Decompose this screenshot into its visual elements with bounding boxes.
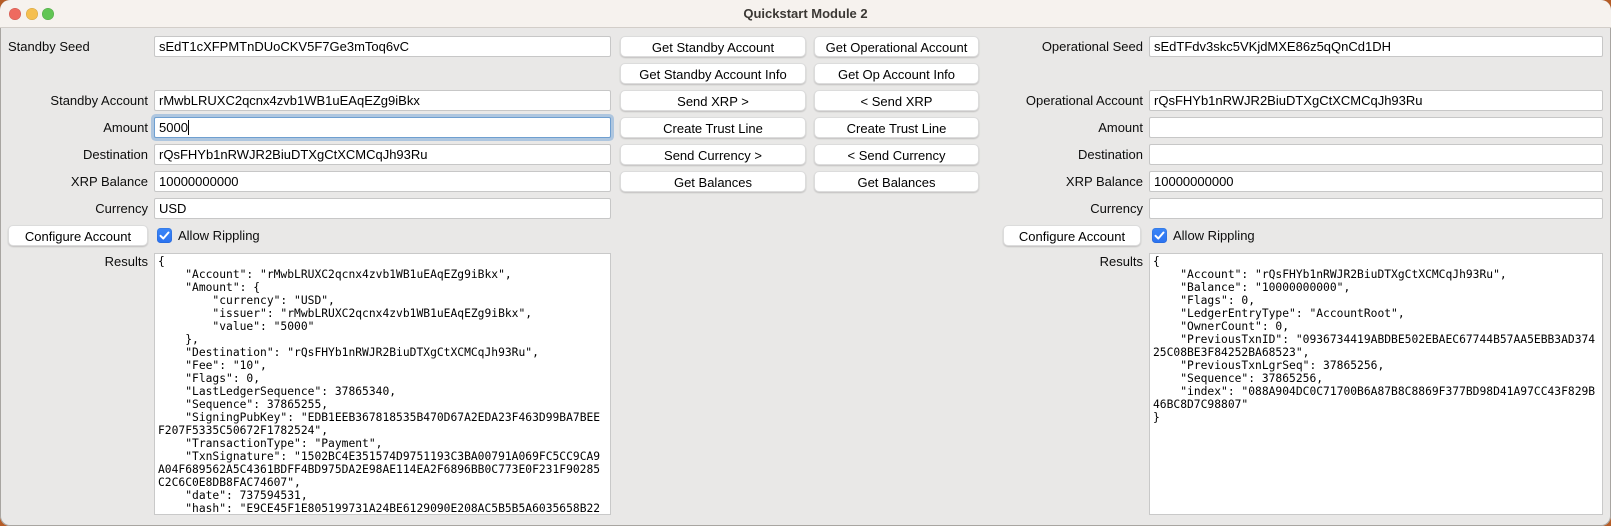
standby-configure-account-button[interactable]: Configure Account (8, 225, 148, 246)
operational-allow-rippling-label: Allow Rippling (1173, 225, 1255, 246)
operational-seed-input[interactable] (1149, 36, 1603, 57)
standby-currency-input[interactable] (154, 198, 611, 219)
standby-destination-label: Destination (0, 144, 148, 165)
send-xrp-right-button[interactable]: Send XRP > (620, 90, 806, 111)
send-currency-right-button[interactable]: Send Currency > (620, 144, 806, 165)
standby-create-trust-line-button[interactable]: Create Trust Line (620, 117, 806, 138)
operational-destination-label: Destination (995, 144, 1143, 165)
checkmark-icon (1152, 228, 1167, 243)
send-currency-left-button[interactable]: < Send Currency (814, 144, 979, 165)
operational-configure-account-button[interactable]: Configure Account (1003, 225, 1141, 246)
standby-results-textarea[interactable]: { "Account": "rMwbLRUXC2qcnx4zvb1WB1uEAq… (154, 253, 611, 515)
operational-account-input[interactable] (1149, 90, 1603, 111)
standby-allow-rippling-label: Allow Rippling (178, 225, 260, 246)
operational-amount-input[interactable] (1149, 117, 1603, 138)
standby-currency-label: Currency (0, 198, 148, 219)
standby-account-label: Standby Account (0, 90, 148, 111)
operational-allow-rippling-checkbox[interactable] (1152, 228, 1167, 243)
standby-allow-rippling-checkbox[interactable] (157, 228, 172, 243)
operational-results-textarea[interactable]: { "Account": "rQsFHYb1nRWJR2BiuDTXgCtXCM… (1149, 253, 1603, 515)
standby-seed-input[interactable] (154, 36, 611, 57)
operational-get-balances-button[interactable]: Get Balances (814, 171, 979, 192)
standby-xrp-balance-label: XRP Balance (0, 171, 148, 192)
get-standby-account-info-button[interactable]: Get Standby Account Info (620, 63, 806, 84)
operational-results-label: Results (995, 251, 1143, 272)
operational-amount-label: Amount (995, 117, 1143, 138)
operational-account-label: Operational Account (995, 90, 1143, 111)
text-caret (188, 120, 189, 135)
title-bar: Quickstart Module 2 (0, 0, 1611, 28)
operational-currency-label: Currency (995, 198, 1143, 219)
standby-amount-input[interactable] (154, 117, 611, 138)
checkmark-icon (157, 228, 172, 243)
get-op-account-info-button[interactable]: Get Op Account Info (814, 63, 979, 84)
app-window: Quickstart Module 2 Standby Seed Standby… (0, 0, 1611, 526)
standby-results-label: Results (0, 251, 148, 272)
operational-seed-label: Operational Seed (995, 36, 1143, 57)
standby-get-balances-button[interactable]: Get Balances (620, 171, 806, 192)
operational-destination-input[interactable] (1149, 144, 1603, 165)
operational-xrp-balance-label: XRP Balance (995, 171, 1143, 192)
operational-create-trust-line-button[interactable]: Create Trust Line (814, 117, 979, 138)
get-standby-account-button[interactable]: Get Standby Account (620, 36, 806, 57)
operational-xrp-balance-input[interactable] (1149, 171, 1603, 192)
standby-account-input[interactable] (154, 90, 611, 111)
standby-destination-input[interactable] (154, 144, 611, 165)
get-operational-account-button[interactable]: Get Operational Account (814, 36, 979, 57)
window-title: Quickstart Module 2 (0, 0, 1611, 27)
standby-seed-label: Standby Seed (8, 36, 90, 57)
standby-xrp-balance-input[interactable] (154, 171, 611, 192)
operational-currency-input[interactable] (1149, 198, 1603, 219)
standby-amount-label: Amount (0, 117, 148, 138)
send-xrp-left-button[interactable]: < Send XRP (814, 90, 979, 111)
